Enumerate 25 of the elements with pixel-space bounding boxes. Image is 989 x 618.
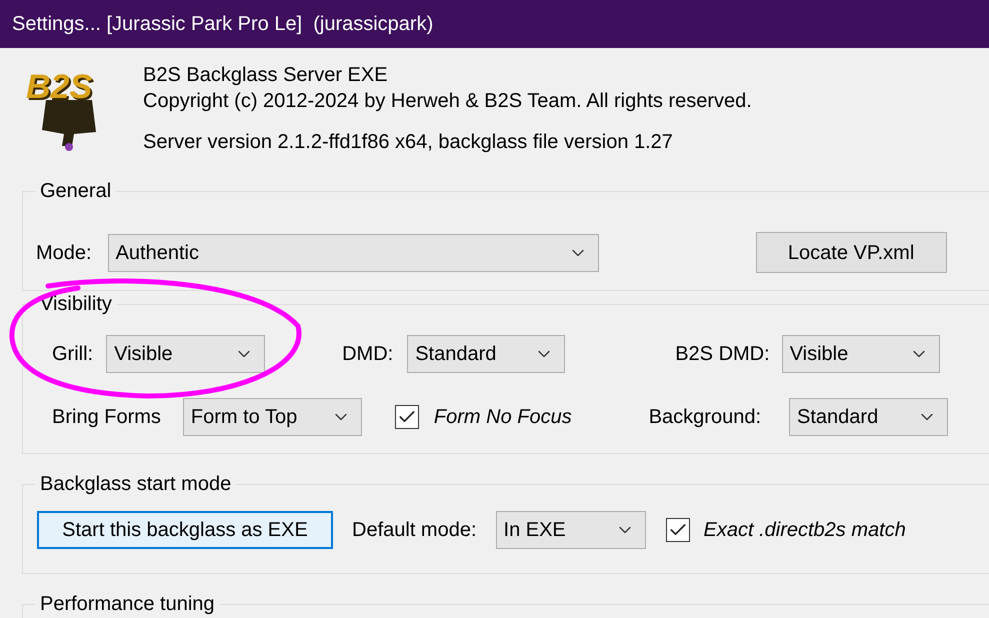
version-text: Server version 2.1.2-ffd1f86 x64, backglass file version 1.27 <box>143 130 674 155</box>
locate-button[interactable]: Locate VP.xml <box>756 232 947 273</box>
bring-forms-label: Bring Forms <box>52 405 161 430</box>
dropdown[interactable]: Standard <box>407 335 566 373</box>
dropdown[interactable]: Visible <box>782 335 940 373</box>
dmd-label: DMD: <box>342 342 394 367</box>
dropdown[interactable]: Visible <box>106 335 266 373</box>
form-no-focus-label: Form No Focus <box>434 405 572 430</box>
exact-match-label: Exact .directb2s match <box>704 518 906 543</box>
mode-label: Mode: <box>36 240 92 266</box>
grill-label: Grill: <box>52 342 94 367</box>
background-label: Background: <box>648 405 762 430</box>
start-exe-button[interactable]: Start this backglass as EXE <box>37 511 333 549</box>
dropdown[interactable]: Standard <box>789 398 948 436</box>
product-name: B2S Backglass Server EXE <box>143 63 389 88</box>
checkbox[interactable] <box>666 518 690 542</box>
dropdown[interactable]: Form to Top <box>182 398 362 436</box>
copyright-text: Copyright (c) 2012-2024 by Herweh & B2S Team. All rights reserved. <box>143 89 752 114</box>
dropdown[interactable]: In EXE <box>496 511 646 549</box>
window-title: Settings... [Jurassic Park Pro Le] (jurassicpark) <box>12 12 434 37</box>
logo: B2S <box>24 62 114 152</box>
dropdown[interactable]: Authentic <box>108 234 599 272</box>
checkbox[interactable] <box>394 405 419 429</box>
b2s-dmd-label: B2S DMD: <box>675 342 770 367</box>
default-mode-label: Default mode: <box>352 518 477 543</box>
